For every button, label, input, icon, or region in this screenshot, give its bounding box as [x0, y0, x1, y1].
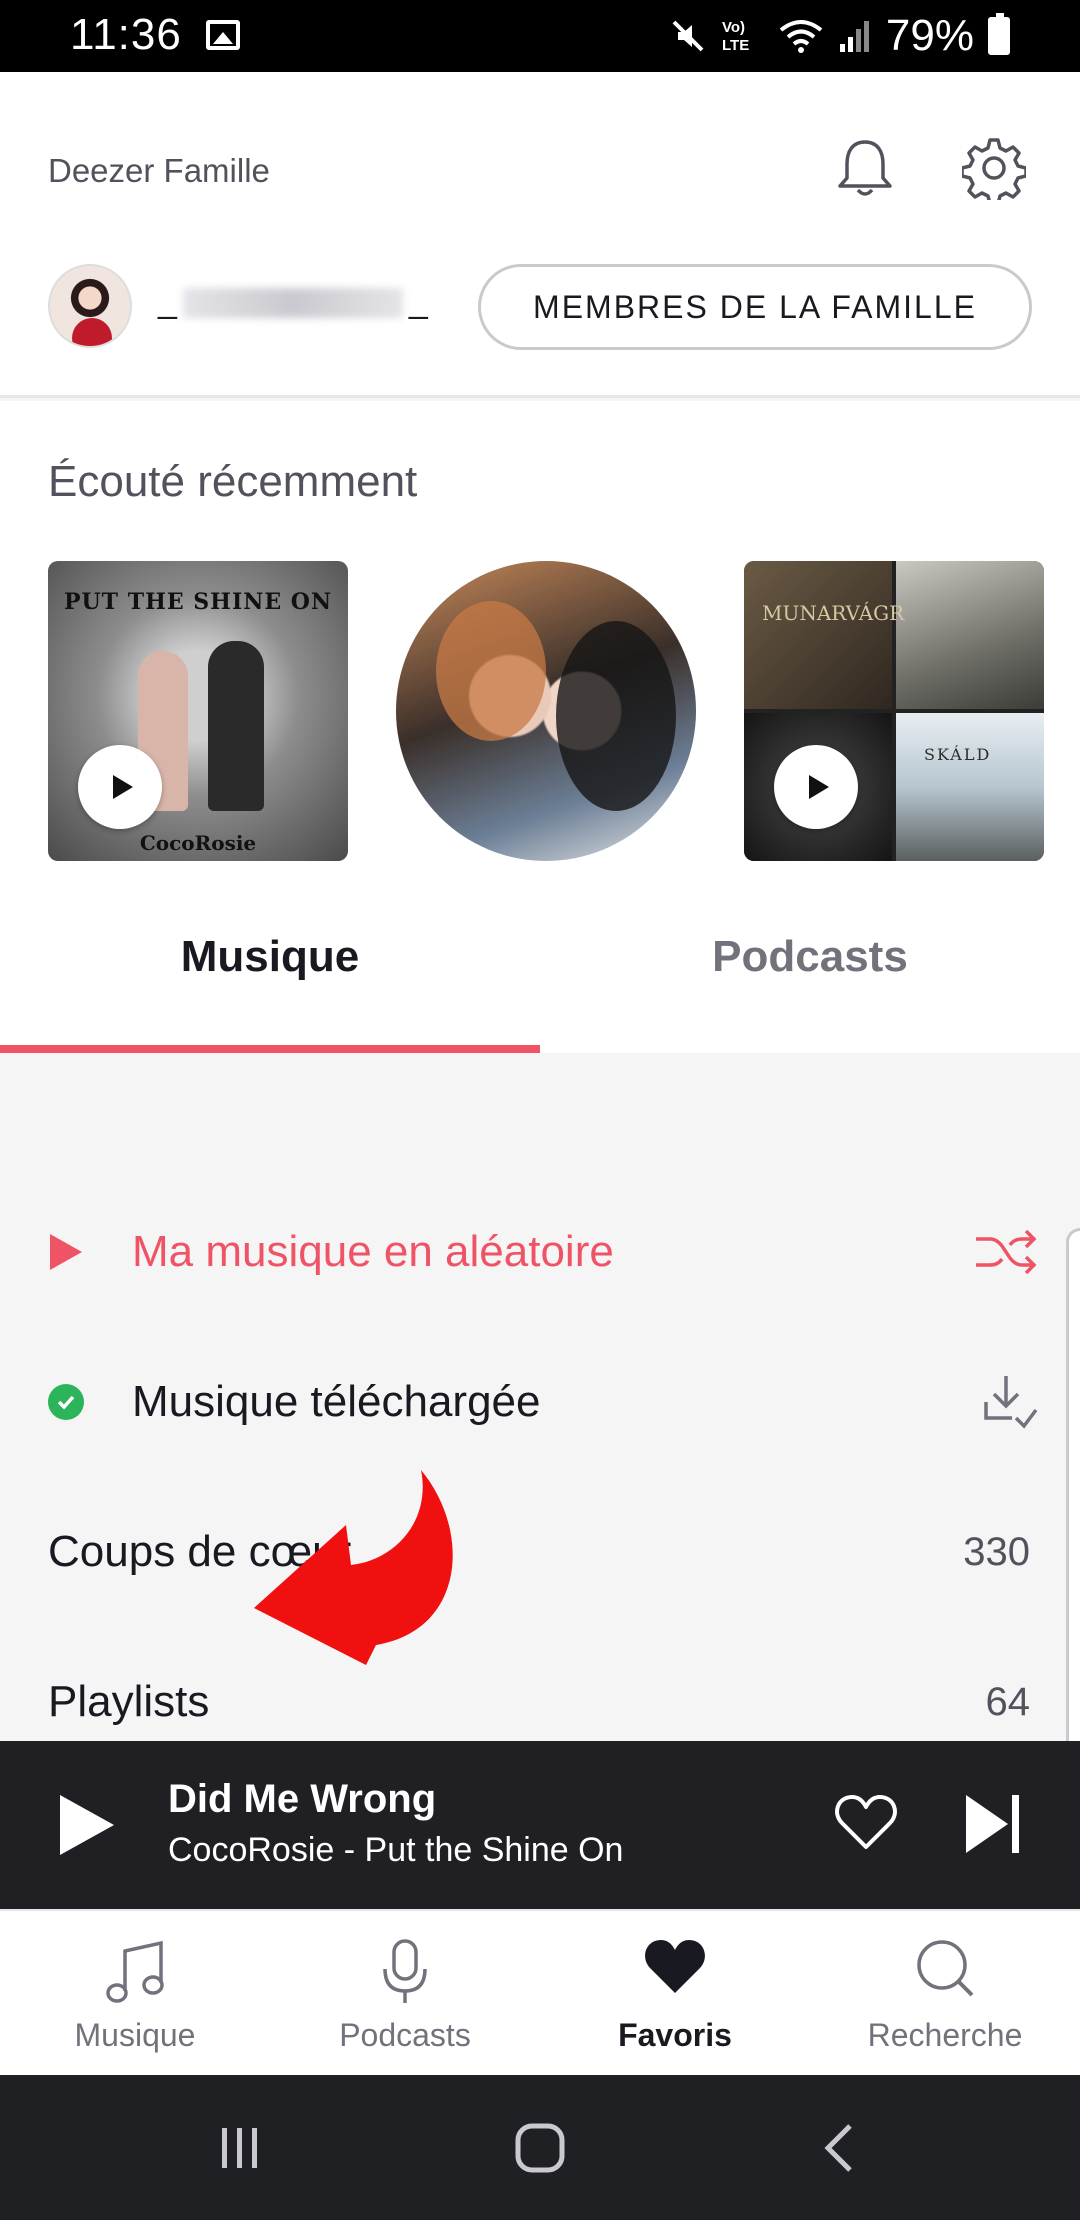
recent-album-put-the-shine-on[interactable]: PUT THE SHINE ON CocoRosie	[48, 561, 348, 861]
brand-title: Deezer Famille	[48, 152, 270, 189]
status-bar: 11:36 Vo) LTE 79%	[0, 0, 1080, 72]
microphone-icon	[383, 1939, 427, 2003]
recent-apps-button[interactable]	[200, 2075, 280, 2220]
mosaic-tile	[896, 561, 1044, 709]
play-icon	[113, 775, 133, 799]
track-title: Did Me Wrong	[168, 1777, 437, 1821]
recent-artist-cocorosie[interactable]	[396, 561, 696, 861]
battery-icon	[988, 13, 1010, 55]
cover-figure	[208, 641, 264, 811]
play-button[interactable]	[78, 745, 162, 829]
list-item-shuffle[interactable]: Ma musique en aléatoire	[0, 1177, 1080, 1327]
cover-artist: CocoRosie	[139, 831, 257, 855]
back-button[interactable]	[800, 2075, 880, 2220]
nav-label: Favoris	[618, 2017, 732, 2053]
list-item-downloaded[interactable]: Musique téléchargée	[0, 1327, 1080, 1477]
play-icon	[50, 1234, 82, 1270]
artist-photo-detail	[556, 621, 676, 811]
notification-bell-icon[interactable]	[834, 136, 896, 200]
recent-playlist-mosaic[interactable]: MUNARVÁGR SKÁLD	[744, 561, 1044, 861]
system-navigation-bar	[0, 2075, 1080, 2220]
recently-played-title: Écouté récemment	[48, 457, 418, 506]
artist-photo-detail	[436, 601, 546, 741]
download-icon[interactable]	[982, 1372, 1038, 1432]
playlists-count: 64	[985, 1679, 1031, 1724]
cover-title: PUT THE SHINE ON	[63, 589, 333, 615]
tab-podcasts[interactable]: Podcasts	[540, 861, 1080, 1053]
recent-apps-icon	[222, 2127, 257, 2168]
mosaic-title: MUNARVÁGR	[762, 601, 905, 625]
user-avatar[interactable]	[48, 264, 132, 348]
username-suffix: _	[408, 282, 428, 320]
shuffle-icon[interactable]	[974, 1227, 1038, 1277]
search-icon	[917, 1940, 974, 1997]
list-item-favorites[interactable]: Coups de cœur 330	[0, 1477, 1080, 1627]
mosaic-tile	[744, 561, 892, 709]
family-members-button[interactable]: MEMBRES DE LA FAMILLE	[478, 264, 1032, 350]
nav-label: Podcasts	[339, 2017, 471, 2053]
mini-player[interactable]: Did Me Wrong CocoRosie - Put the Shine O…	[0, 1741, 1080, 1909]
home-button[interactable]	[500, 2075, 580, 2220]
nav-favoris[interactable]: Favoris	[540, 1911, 810, 2077]
track-artist-album: CocoRosie - Put the Shine On	[168, 1831, 624, 1869]
music-note-icon	[106, 1940, 164, 2003]
play-icon	[809, 775, 829, 799]
nav-podcasts[interactable]: Podcasts	[270, 1911, 540, 2077]
mosaic-title: SKÁLD	[924, 745, 992, 764]
playlists-label: Playlists	[48, 1677, 210, 1726]
nav-label: Musique	[74, 2017, 196, 2053]
nav-musique[interactable]: Musique	[0, 1911, 270, 2077]
nav-recherche[interactable]: Recherche	[810, 1911, 1080, 2077]
volte-icon: Vo) LTE	[722, 19, 749, 54]
username-blurred	[182, 288, 403, 319]
recently-played-section: Écouté récemment PUT THE SHINE ON CocoRo…	[0, 401, 1080, 861]
check-circle-icon	[48, 1384, 84, 1420]
settings-gear-icon[interactable]	[962, 136, 1026, 200]
mute-icon	[672, 20, 704, 52]
nav-label: Recherche	[867, 2017, 1023, 2053]
wifi-icon	[779, 20, 823, 53]
content-tabs: Musique Podcasts	[0, 861, 1080, 1053]
red-arrow-annotation	[254, 1470, 453, 1665]
username-prefix: _	[158, 282, 177, 320]
downloaded-label: Musique téléchargée	[132, 1377, 541, 1426]
status-time: 11:36	[70, 10, 182, 59]
heart-outline-icon[interactable]	[834, 1793, 898, 1853]
battery-percent: 79%	[885, 11, 974, 60]
svg-text:Vo): Vo)	[722, 19, 745, 36]
svg-text:LTE: LTE	[722, 37, 749, 54]
scrollbar-handle[interactable]	[1066, 1228, 1080, 1748]
status-indicators: Vo) LTE 79%	[670, 10, 1010, 62]
tab-musique[interactable]: Musique	[0, 861, 540, 1053]
username: _ _	[158, 282, 428, 321]
mosaic-tile	[896, 713, 1044, 861]
header: Deezer Famille _ _ MEMBRES DE LA FAMILLE	[0, 72, 1080, 398]
bottom-navigation: Musique Podcasts Favoris Recherche	[0, 1909, 1080, 2075]
back-icon	[824, 2123, 852, 2172]
skip-next-icon[interactable]	[964, 1793, 1022, 1855]
favorites-count: 330	[963, 1529, 1030, 1574]
shuffle-label: Ma musique en aléatoire	[132, 1227, 614, 1276]
play-button[interactable]	[774, 745, 858, 829]
heart-icon	[645, 1940, 705, 1993]
favorites-list: Ma musique en aléatoire Musique téléchar…	[0, 1053, 1080, 1743]
play-icon[interactable]	[60, 1795, 114, 1855]
image-notification-icon	[206, 20, 240, 50]
signal-icon	[839, 21, 869, 52]
active-tab-indicator	[0, 1045, 540, 1053]
home-icon	[515, 2123, 565, 2172]
